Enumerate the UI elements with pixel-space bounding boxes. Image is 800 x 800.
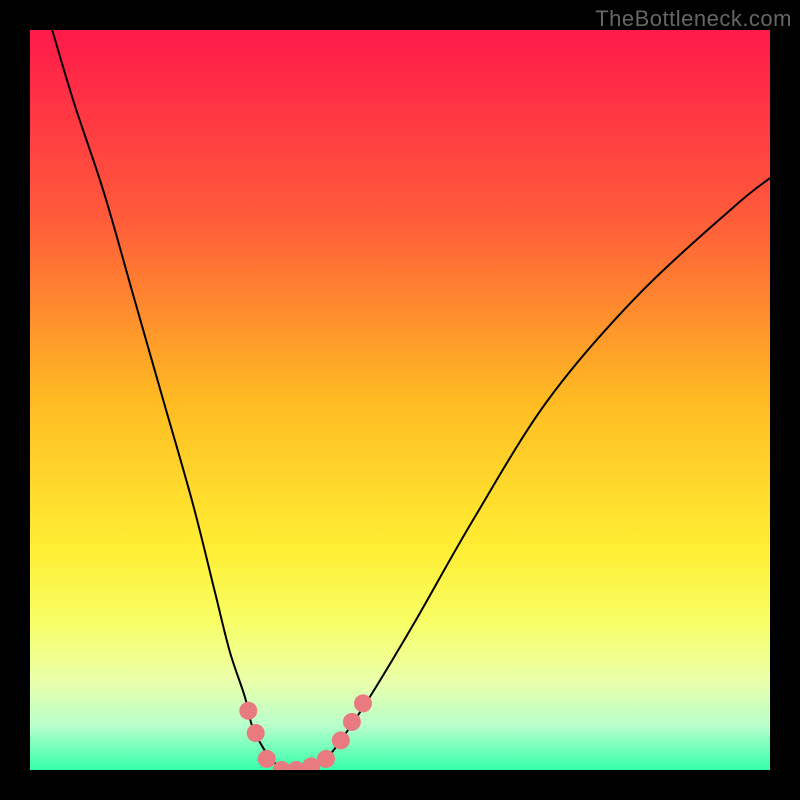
bottleneck-chart: [30, 30, 770, 770]
data-point: [239, 702, 257, 720]
data-point: [332, 731, 350, 749]
gradient-background: [30, 30, 770, 770]
data-point: [354, 694, 372, 712]
data-point: [258, 750, 276, 768]
watermark-text: TheBottleneck.com: [595, 6, 792, 32]
data-point: [317, 750, 335, 768]
data-point: [247, 724, 265, 742]
chart-frame: [30, 30, 770, 770]
data-point: [343, 713, 361, 731]
